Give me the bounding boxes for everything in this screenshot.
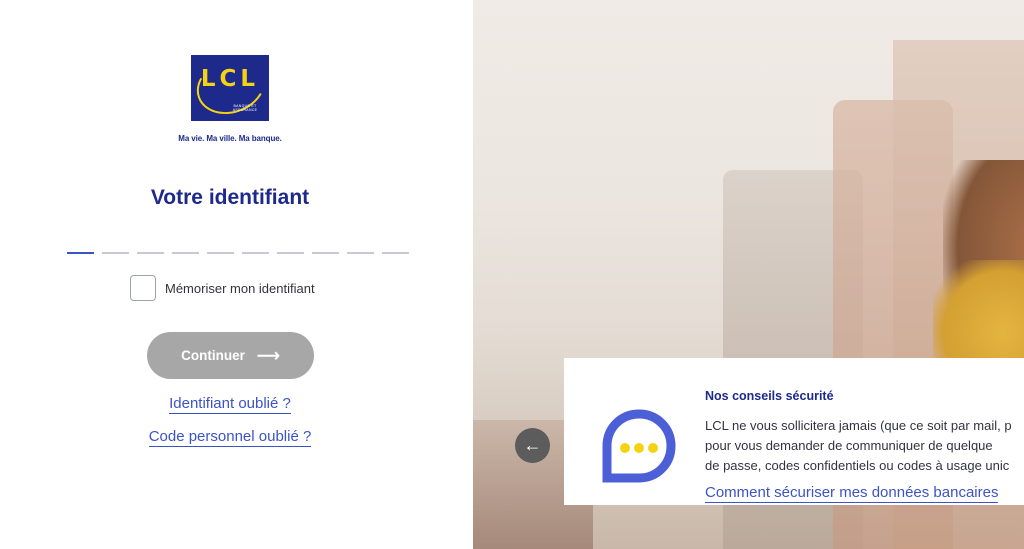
forgot-code-link-row: Code personnel oublié ?: [0, 428, 460, 447]
security-card-text: LCL ne vous sollicitera jamais (que ce s…: [705, 416, 1024, 476]
digit-slot[interactable]: [67, 252, 94, 254]
logo-letters: LCL: [200, 66, 260, 92]
security-text-line: pour vous demander de communiquer de que…: [705, 438, 993, 453]
chat-bubble-icon: [602, 409, 676, 483]
arrow-right-icon: ⟶: [256, 347, 280, 365]
arrow-left-icon: ←: [523, 435, 542, 455]
page-title: Votre identifiant: [150, 186, 310, 209]
digit-slot[interactable]: [347, 252, 374, 254]
forgot-code-link[interactable]: Code personnel oublié ?: [148, 428, 312, 447]
digit-slot[interactable]: [312, 252, 339, 254]
login-panel: LCL BANQUE ET ASSURANCE Ma vie. Ma ville…: [0, 0, 473, 549]
security-text-line: de passe, codes confidentiels ou codes à…: [705, 458, 1010, 473]
digit-slot[interactable]: [137, 252, 164, 254]
digit-slot[interactable]: [242, 252, 269, 254]
continue-button[interactable]: Continuer ⟶: [147, 332, 314, 379]
security-card: Nos conseils sécurité LCL ne vous sollic…: [564, 358, 1024, 505]
lcl-logo: LCL BANQUE ET ASSURANCE: [191, 55, 269, 121]
security-text-line: LCL ne vous sollicitera jamais (que ce s…: [705, 418, 1012, 433]
digit-slot[interactable]: [382, 252, 409, 254]
slogan: Ma vie. Ma ville. Ma banque.: [178, 134, 282, 143]
identifier-input[interactable]: [67, 252, 413, 254]
logo-block: LCL BANQUE ET ASSURANCE Ma vie. Ma ville…: [0, 55, 460, 143]
secure-data-link[interactable]: Comment sécuriser mes données bancaires: [705, 484, 999, 503]
digit-slot[interactable]: [207, 252, 234, 254]
security-card-title: Nos conseils sécurité: [705, 389, 834, 403]
forgot-id-link-row: Identifiant oublié ?: [0, 395, 460, 414]
carousel-prev-button[interactable]: ←: [515, 428, 550, 463]
digit-slot[interactable]: [102, 252, 129, 254]
remember-id-row[interactable]: Mémoriser mon identifiant: [130, 275, 315, 301]
digit-slot[interactable]: [172, 252, 199, 254]
digit-slot[interactable]: [277, 252, 304, 254]
logo-subtitle: BANQUE ET ASSURANCE: [232, 104, 258, 112]
remember-checkbox[interactable]: [130, 275, 156, 301]
continue-label: Continuer: [181, 348, 245, 363]
remember-label[interactable]: Mémoriser mon identifiant: [165, 281, 315, 296]
forgot-id-link[interactable]: Identifiant oublié ?: [169, 395, 291, 414]
